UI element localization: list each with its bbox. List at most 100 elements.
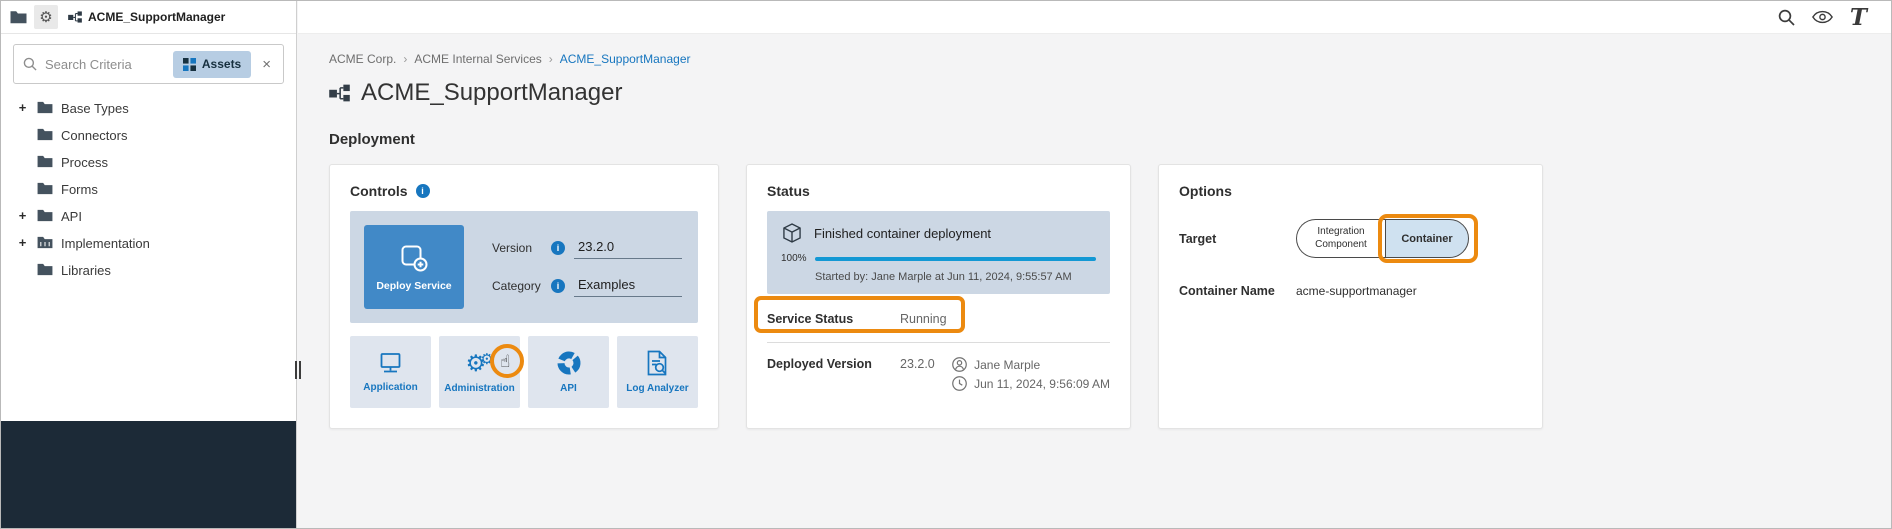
- started-by-text: Started by: Jane Marple at Jun 11, 2024,…: [815, 271, 1096, 283]
- cards-row: Controls i Deploy Service Version: [329, 164, 1891, 429]
- tree-item-forms[interactable]: Forms: [1, 175, 296, 202]
- progress-percent: 100%: [781, 253, 807, 264]
- assets-filter-button[interactable]: Assets: [173, 51, 251, 78]
- container-name-value: acme-supportmanager: [1296, 284, 1417, 298]
- controls-card-title: Controls i: [350, 183, 698, 199]
- control-tiles: Application ⚙⚙ Administration: [350, 336, 698, 408]
- options-card-title: Options: [1179, 183, 1522, 199]
- tree-item-process[interactable]: Process: [1, 148, 296, 175]
- asset-tree: + Base Types Connectors Process Forms +: [1, 88, 296, 283]
- assets-filter-label: Assets: [202, 57, 241, 71]
- deployed-meta: Jane Marple Jun 11, 2024, 9:56:09 AM: [952, 357, 1110, 391]
- breadcrumb-separator: ›: [403, 52, 407, 66]
- section-heading: Deployment: [329, 131, 1891, 148]
- category-label: Category: [492, 279, 542, 293]
- deploy-service-label: Deploy Service: [376, 280, 451, 292]
- page-title: ACME_SupportManager: [329, 79, 1891, 107]
- tree-item-label: Libraries: [61, 262, 111, 278]
- container-name-row: Container Name acme-supportmanager: [1179, 284, 1522, 298]
- breadcrumb-item-current[interactable]: ACME_SupportManager: [560, 52, 691, 66]
- main-topbar: T: [298, 1, 1891, 34]
- panel-resize-handle[interactable]: [295, 361, 301, 379]
- service-status-value: Running: [900, 312, 947, 326]
- target-toggle: Integration Component Container: [1296, 219, 1469, 258]
- gears-icon: ⚙⚙: [465, 350, 493, 376]
- service-status-row: Service Status Running: [767, 311, 1110, 327]
- folder-icon: [37, 155, 53, 168]
- deployed-at-line: Jun 11, 2024, 9:56:09 AM: [952, 376, 1110, 391]
- window-title-text: ACME_SupportManager: [88, 10, 225, 24]
- deployed-by-line: Jane Marple: [952, 357, 1110, 372]
- page-content: ACME Corp. › ACME Internal Services › AC…: [298, 34, 1891, 429]
- expand-icon[interactable]: +: [16, 235, 29, 250]
- document-search-icon: [646, 350, 669, 376]
- log-analyzer-tile[interactable]: Log Analyzer: [617, 336, 698, 408]
- administration-tile[interactable]: ⚙⚙ Administration: [439, 336, 520, 408]
- tree-item-api[interactable]: + API: [1, 202, 296, 229]
- sidebar: ⚙ ACME_SupportManager Assets ×: [1, 1, 297, 528]
- tree-item-label: Base Types: [61, 100, 129, 116]
- folder-icon[interactable]: [10, 10, 27, 24]
- options-card: Options Target Integration Component Con…: [1158, 164, 1543, 429]
- api-tile[interactable]: API: [528, 336, 609, 408]
- tree-item-label: Implementation: [61, 235, 150, 251]
- hierarchy-icon: [329, 84, 350, 102]
- divider: [767, 342, 1110, 343]
- expand-icon[interactable]: +: [16, 208, 29, 223]
- main-area: T ACME Corp. › ACME Internal Services › …: [298, 1, 1891, 528]
- category-input[interactable]: Examples: [574, 276, 682, 297]
- info-icon[interactable]: i: [416, 184, 430, 198]
- close-icon[interactable]: ×: [259, 56, 274, 73]
- deployed-version-row: Deployed Version 23.2.0 Jane Marple: [767, 357, 1110, 391]
- tree-item-label: Process: [61, 154, 108, 170]
- settings-gear-icon[interactable]: ⚙: [34, 5, 58, 29]
- breadcrumb-item[interactable]: ACME Internal Services: [414, 52, 541, 66]
- tree-item-connectors[interactable]: Connectors: [1, 121, 296, 148]
- app-window: ⚙ ACME_SupportManager Assets ×: [0, 0, 1892, 529]
- category-field: Category i Examples: [492, 276, 682, 297]
- hierarchy-icon: [68, 11, 82, 23]
- target-label: Target: [1179, 232, 1296, 246]
- clock-icon: [952, 376, 967, 391]
- person-icon: [952, 357, 967, 372]
- status-card: Status Finished container deployment 100…: [746, 164, 1131, 429]
- info-icon[interactable]: i: [551, 241, 565, 255]
- window-title: ACME_SupportManager: [68, 10, 225, 24]
- deployed-by-name: Jane Marple: [974, 358, 1040, 372]
- version-input[interactable]: 23.2.0: [574, 238, 682, 259]
- breadcrumb-separator: ›: [549, 52, 553, 66]
- service-status-label: Service Status: [767, 312, 900, 326]
- search-input[interactable]: [45, 57, 165, 72]
- breadcrumb-item[interactable]: ACME Corp.: [329, 52, 396, 66]
- progress-row: 100%: [781, 253, 1096, 264]
- folder-icon: [37, 209, 53, 222]
- folder-icon: [37, 101, 53, 114]
- application-icon: [377, 351, 404, 375]
- sidebar-bottom-panel: [1, 421, 296, 528]
- progress-bar: [815, 257, 1096, 261]
- tree-item-implementation[interactable]: + Implementation: [1, 229, 296, 256]
- application-tile[interactable]: Application: [350, 336, 431, 408]
- assets-grid-icon: [183, 58, 196, 71]
- deploy-service-button[interactable]: Deploy Service: [364, 225, 464, 309]
- folder-icon: [37, 128, 53, 141]
- version-label: Version: [492, 241, 542, 255]
- eye-icon[interactable]: [1812, 10, 1833, 24]
- deploy-panel: Deploy Service Version i 23.2.0 Category…: [350, 211, 698, 323]
- target-container-button[interactable]: Container: [1385, 219, 1469, 258]
- status-message: Finished container deployment: [814, 226, 991, 241]
- info-icon[interactable]: i: [551, 279, 565, 293]
- tree-item-libraries[interactable]: Libraries: [1, 256, 296, 283]
- tree-item-base-types[interactable]: + Base Types: [1, 94, 296, 121]
- container-name-label: Container Name: [1179, 284, 1296, 298]
- brand-logo: T: [1850, 6, 1867, 29]
- deployed-at-time: Jun 11, 2024, 9:56:09 AM: [974, 377, 1110, 391]
- version-field: Version i 23.2.0: [492, 238, 682, 259]
- status-card-title: Status: [767, 183, 1110, 199]
- deploy-service-icon: [399, 243, 429, 273]
- expand-icon[interactable]: +: [16, 100, 29, 115]
- target-integration-component-button[interactable]: Integration Component: [1296, 219, 1385, 258]
- search-icon[interactable]: [1778, 9, 1795, 26]
- tree-item-label: Forms: [61, 181, 98, 197]
- folder-icon: [37, 236, 53, 249]
